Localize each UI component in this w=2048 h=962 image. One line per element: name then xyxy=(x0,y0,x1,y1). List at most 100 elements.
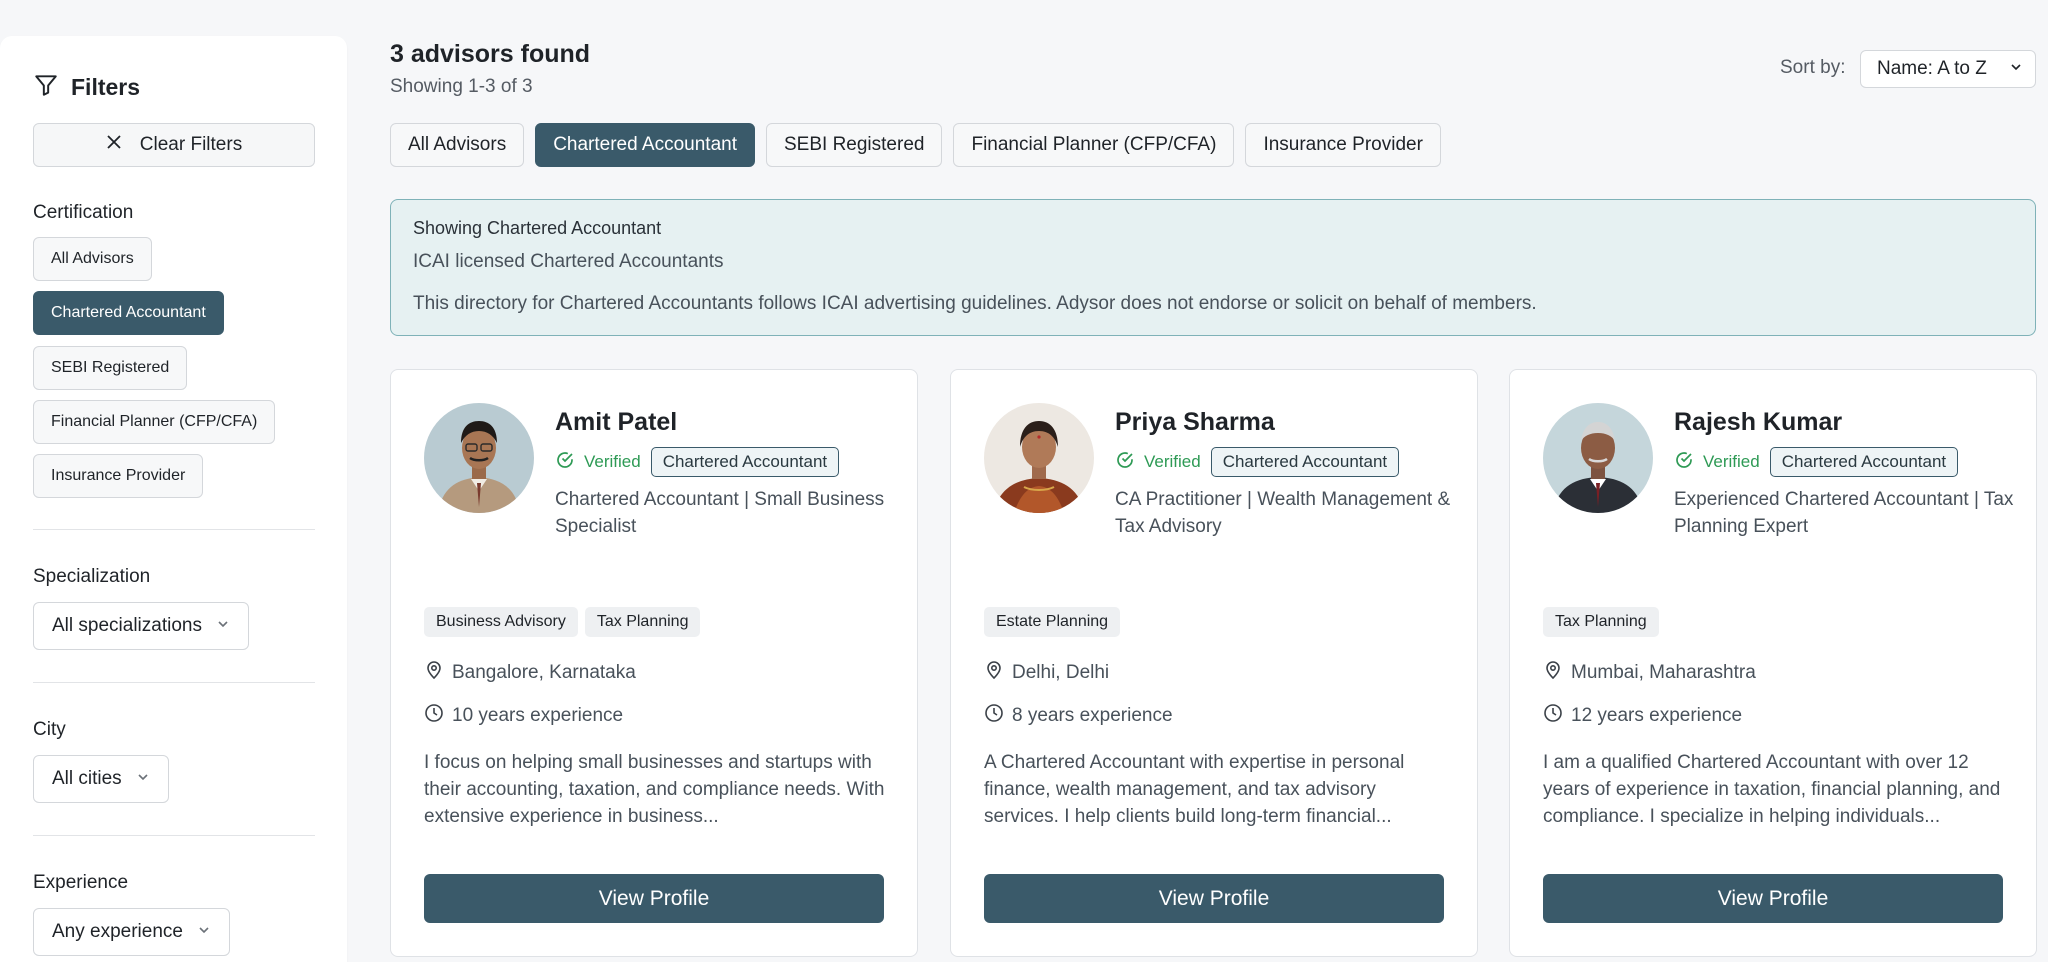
certification-label: Certification xyxy=(33,202,134,223)
close-icon xyxy=(106,134,122,156)
verified-status: Verified xyxy=(555,450,641,475)
chevron-down-icon xyxy=(2009,58,2023,80)
advisor-bio: I focus on helping small businesses and … xyxy=(424,752,885,827)
check-circle-icon xyxy=(1674,450,1694,475)
tab-insurance-provider[interactable]: Insurance Provider xyxy=(1245,123,1441,167)
experience-select[interactable]: Any experience xyxy=(33,908,230,956)
experience-value: Any experience xyxy=(52,921,183,942)
specialization-select[interactable]: All specializations xyxy=(33,602,249,650)
experience-row: 8 years experience xyxy=(984,703,1173,729)
chevron-down-icon xyxy=(136,768,150,790)
verification-row: Verified Chartered Accountant xyxy=(555,447,840,477)
certification-badge: Chartered Accountant xyxy=(1769,447,1959,477)
tab-financial-planner[interactable]: Financial Planner (CFP/CFA) xyxy=(953,123,1235,167)
verification-row: Verified Chartered Accountant xyxy=(1674,447,1959,477)
tab-chartered-accountant[interactable]: Chartered Accountant xyxy=(535,123,755,167)
experience-label: Experience xyxy=(33,872,129,893)
side-filter-insurance-provider[interactable]: Insurance Provider xyxy=(33,454,204,498)
city-value: All cities xyxy=(52,768,122,789)
city-label: City xyxy=(33,719,66,740)
advisor-location: Bangalore, Karnataka xyxy=(452,662,636,683)
verified-status: Verified xyxy=(1115,450,1201,475)
advisor-location: Mumbai, Maharashtra xyxy=(1571,662,1756,683)
verification-row: Verified Chartered Accountant xyxy=(1115,447,1400,477)
location-row: Delhi, Delhi xyxy=(984,660,1109,686)
clear-filters-label: Clear Filters xyxy=(139,134,243,155)
results-range: Showing 1-3 of 3 xyxy=(390,76,533,97)
advisor-name: Priya Sharma xyxy=(1115,408,1275,436)
category-notice: Showing Chartered Accountant ICAI licens… xyxy=(390,199,2036,336)
verified-label: Verified xyxy=(1703,452,1760,471)
filters-sidebar: Filters Clear Filters Certification All … xyxy=(0,36,347,962)
certification-badge: Chartered Accountant xyxy=(1210,447,1400,477)
experience-row: 12 years experience xyxy=(1543,703,1742,729)
side-filter-sebi-registered[interactable]: SEBI Registered xyxy=(33,346,188,390)
certification-badge: Chartered Accountant xyxy=(650,447,840,477)
chevron-down-icon xyxy=(197,921,211,943)
specialization-label: Specialization xyxy=(33,566,151,587)
clock-icon xyxy=(1543,703,1563,729)
view-profile-button[interactable]: View Profile xyxy=(984,874,1444,923)
avatar xyxy=(984,403,1094,513)
filter-icon xyxy=(33,72,59,103)
advisor-bio: A Chartered Accountant with expertise in… xyxy=(984,752,1405,827)
map-pin-icon xyxy=(984,660,1004,686)
filters-title: Filters xyxy=(71,74,141,100)
specialization-value: All specializations xyxy=(52,615,202,636)
side-filter-chartered-accountant[interactable]: Chartered Accountant xyxy=(33,291,224,335)
side-filter-all-advisors[interactable]: All Advisors xyxy=(33,237,152,281)
advisor-bio: I am a qualified Chartered Accountant wi… xyxy=(1543,752,2001,827)
clock-icon xyxy=(984,703,1004,729)
map-pin-icon xyxy=(1543,660,1563,686)
verified-label: Verified xyxy=(584,452,641,471)
advisor-card: Amit Patel Verified Chartered Accountant… xyxy=(390,369,918,957)
side-filter-financial-planner[interactable]: Financial Planner (CFP/CFA) xyxy=(33,400,276,444)
filters-header: Filters xyxy=(33,72,140,103)
advisor-headline: Experienced Chartered Accountant | Tax P… xyxy=(1674,489,2014,537)
advisor-card: Priya Sharma Verified Chartered Accounta… xyxy=(950,369,1478,957)
tab-all-advisors[interactable]: All Advisors xyxy=(390,123,525,167)
advisor-location: Delhi, Delhi xyxy=(1012,662,1110,683)
divider xyxy=(33,682,315,683)
certification-tabs: All Advisors Chartered Accountant SEBI R… xyxy=(390,123,1441,167)
advisor-headline: Chartered Accountant | Small Business Sp… xyxy=(555,489,885,537)
clock-icon xyxy=(424,703,444,729)
map-pin-icon xyxy=(424,660,444,686)
sort-label: Sort by: xyxy=(1780,57,1846,78)
specialization-tags: Business Advisory Tax Planning xyxy=(424,607,701,637)
clear-filters-button[interactable]: Clear Filters xyxy=(33,123,315,167)
specialization-tags: Estate Planning xyxy=(984,607,1121,637)
specialization-tag: Business Advisory xyxy=(424,607,578,637)
location-row: Mumbai, Maharashtra xyxy=(1543,660,1756,686)
city-select[interactable]: All cities xyxy=(33,755,169,803)
notice-description: ICAI licensed Chartered Accountants xyxy=(413,251,724,272)
notice-title: Showing Chartered Accountant xyxy=(413,218,662,238)
advisor-name: Rajesh Kumar xyxy=(1674,408,1843,436)
sort-value: Name: A to Z xyxy=(1877,58,1987,79)
divider xyxy=(33,835,315,836)
specialization-tag: Tax Planning xyxy=(1543,607,1659,637)
divider xyxy=(33,529,315,530)
sort-select[interactable]: Name: A to Z xyxy=(1860,50,2036,88)
avatar xyxy=(1543,403,1653,513)
advisor-name: Amit Patel xyxy=(555,408,678,436)
verified-label: Verified xyxy=(1144,452,1201,471)
advisor-headline: CA Practitioner | Wealth Management & Ta… xyxy=(1115,489,1451,537)
tab-sebi-registered[interactable]: SEBI Registered xyxy=(766,123,943,167)
advisor-card: Rajesh Kumar Verified Chartered Accounta… xyxy=(1509,369,2037,957)
check-circle-icon xyxy=(555,450,575,475)
location-row: Bangalore, Karnataka xyxy=(424,660,636,686)
experience-row: 10 years experience xyxy=(424,703,623,729)
view-profile-button[interactable]: View Profile xyxy=(424,874,884,923)
specialization-tag: Tax Planning xyxy=(584,607,701,637)
advisor-experience: 8 years experience xyxy=(1012,705,1173,726)
specialization-tag: Estate Planning xyxy=(984,607,1121,637)
results-count-title: 3 advisors found xyxy=(390,40,591,68)
specialization-tags: Tax Planning xyxy=(1543,607,1659,637)
verified-status: Verified xyxy=(1674,450,1760,475)
notice-disclaimer: This directory for Chartered Accountants… xyxy=(413,293,1537,314)
chevron-down-icon xyxy=(216,615,230,637)
avatar xyxy=(424,403,534,513)
check-circle-icon xyxy=(1115,450,1135,475)
view-profile-button[interactable]: View Profile xyxy=(1543,874,2003,923)
